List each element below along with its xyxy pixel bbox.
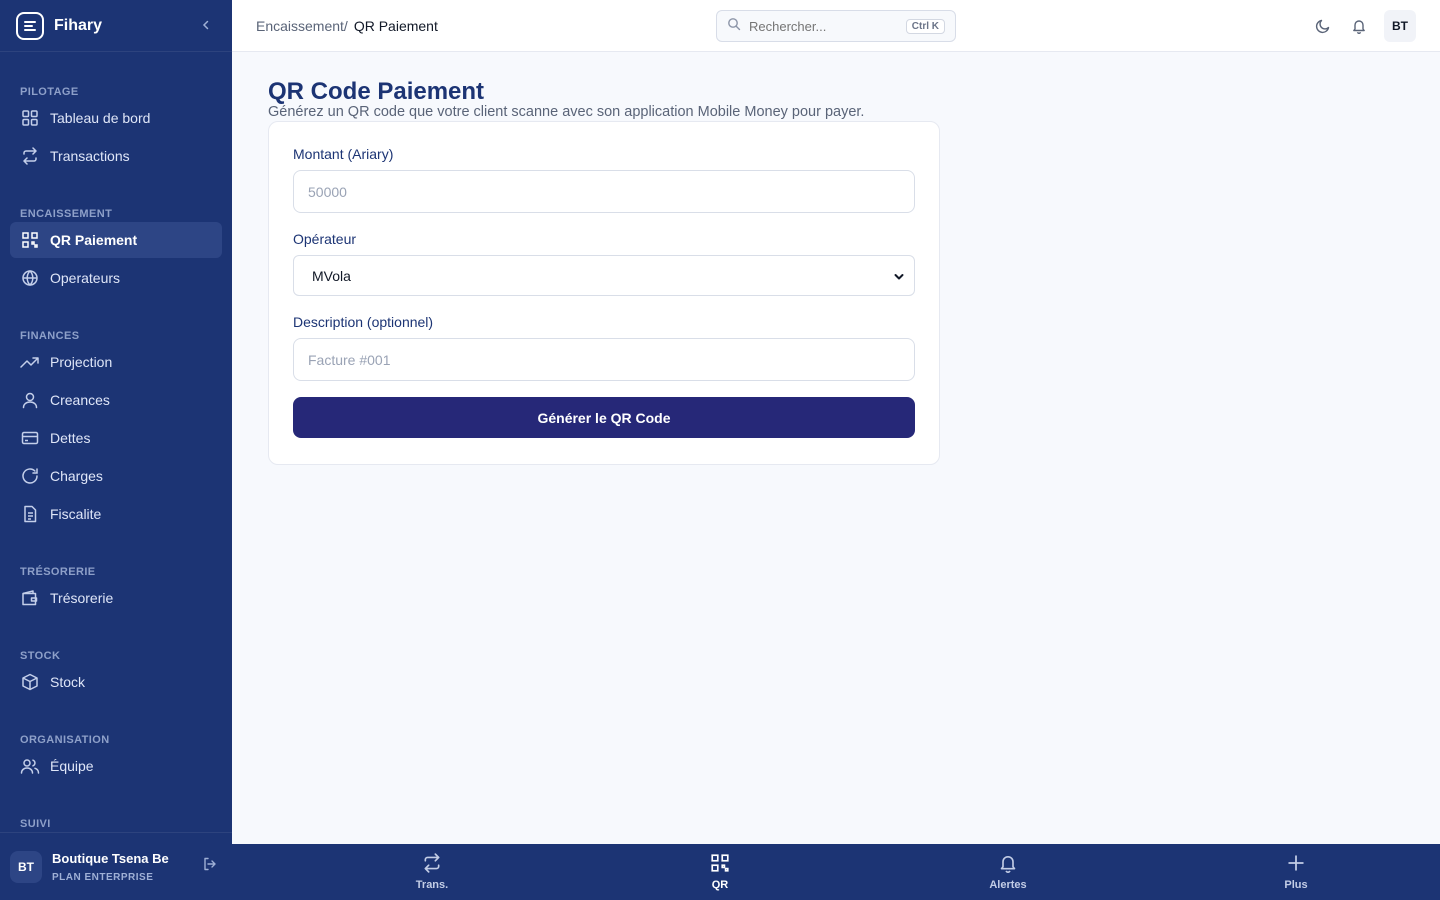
sidebar-item-label: Dettes (50, 430, 91, 446)
bottom-nav-label: Plus (1284, 879, 1308, 891)
breadcrumb-current: QR Paiement (353, 17, 438, 34)
user-icon (20, 390, 40, 410)
qr-icon (20, 230, 40, 250)
sidebar-item-tresorerie[interactable]: Trésorerie (10, 580, 222, 616)
user-name: Boutique Tsena Be (52, 850, 169, 866)
user-account[interactable]: BT Boutique Tsena Be PLAN ENTERPRISE (0, 832, 232, 900)
search-input[interactable] (749, 18, 889, 34)
sidebar-item-label: Transactions (50, 148, 130, 164)
sidebar-item-label: Creances (50, 392, 110, 408)
grid-icon (20, 108, 40, 128)
trending-up-icon (20, 352, 40, 372)
user-meta: Boutique Tsena Be PLAN ENTERPRISE (52, 851, 169, 883)
box-icon (20, 672, 40, 692)
refresh-icon (20, 466, 40, 486)
nav-section-title: SUIVI (20, 818, 51, 830)
sidebar-item-label: Operateurs (50, 270, 121, 286)
amount-label: Montant (Ariary) (293, 146, 394, 162)
sidebar-item-label: Projection (50, 354, 113, 370)
bottom-nav-label: Alertes (989, 879, 1027, 891)
sidebar: Fihary PILOTAGE Tableau de bord Transact… (0, 0, 232, 900)
sidebar-item-creances[interactable]: Creances (10, 382, 222, 418)
repeat-icon (422, 853, 442, 879)
operator-select[interactable]: MVola (293, 255, 915, 296)
brand: Fihary (0, 0, 232, 52)
nav-section-title: ENCAISSEMENT (20, 208, 113, 220)
search-box[interactable]: Ctrl K (716, 10, 956, 42)
sidebar-item-dettes[interactable]: Dettes (10, 420, 222, 456)
bottom-nav-item-alertes[interactable]: Alertes (968, 844, 1048, 900)
nav-section-title: PILOTAGE (20, 86, 79, 98)
sidebar-item-qr-paiement[interactable]: QR Paiement (10, 222, 222, 258)
main-content: QR Code Paiement Générez un QR code que … (268, 78, 940, 465)
operator-label: Opérateur (293, 231, 357, 247)
page-subtitle: Générez un QR code que votre client scan… (268, 104, 865, 120)
card-icon (20, 428, 40, 448)
avatar[interactable]: BT (1384, 10, 1416, 42)
wallet-icon (20, 588, 40, 608)
sidebar-item-label: Stock (50, 674, 86, 690)
bell-icon (998, 853, 1018, 879)
globe-icon (20, 268, 40, 288)
collapse-sidebar-button[interactable] (196, 17, 216, 35)
sidebar-item-label: Trésorerie (50, 590, 114, 606)
nav-section-title: STOCK (20, 650, 61, 662)
qr-payment-form: Montant (Ariary) 50000 Opérateur MVola D… (268, 121, 940, 465)
breadcrumb-parent[interactable]: Encaissement/ (256, 18, 348, 34)
bottom-nav-label: Trans. (415, 879, 449, 891)
sidebar-item-equipe[interactable]: Équipe (10, 748, 222, 784)
user-plan: PLAN ENTERPRISE (52, 871, 154, 883)
top-actions: BT (1312, 10, 1416, 42)
sidebar-item-label: Équipe (50, 758, 94, 774)
sidebar-item-label: Fiscalite (50, 506, 102, 522)
search-shortcut-badge: Ctrl K (905, 18, 945, 34)
description-label: Description (optionnel) (293, 314, 434, 330)
chevron-down-icon (894, 268, 904, 284)
sidebar-item-transactions[interactable]: Transactions (10, 138, 222, 174)
operator-selected-value: MVola (312, 267, 351, 284)
generate-qr-button[interactable]: Générer le QR Code (293, 397, 915, 438)
moon-icon[interactable] (1312, 15, 1334, 37)
sidebar-item-operateurs[interactable]: Operateurs (10, 260, 222, 296)
sidebar-item-label: QR Paiement (50, 232, 138, 248)
app-logo-icon[interactable] (16, 11, 44, 40)
topbar: Encaissement/ QR Paiement Ctrl K BT (232, 0, 1440, 52)
sidebar-item-label: Tableau de bord (50, 110, 151, 126)
logout-icon[interactable] (202, 856, 222, 877)
search-icon (727, 17, 741, 36)
avatar: BT (10, 850, 42, 883)
qr-icon (710, 853, 730, 879)
sidebar-item-fiscalite[interactable]: Fiscalite (10, 496, 222, 532)
sidebar-item-stock[interactable]: Stock (10, 664, 222, 700)
sidebar-item-charges[interactable]: Charges (10, 458, 222, 494)
bottom-nav-item-plus[interactable]: Plus (1256, 844, 1336, 900)
page-title: QR Code Paiement (268, 78, 485, 105)
nav-section-title: FINANCES (20, 330, 80, 342)
amount-input[interactable]: 50000 (293, 170, 915, 213)
bottom-nav-label: QR (711, 879, 729, 891)
sidebar-item-projection[interactable]: Projection (10, 344, 222, 380)
description-input[interactable]: Facture #001 (293, 338, 915, 381)
sidebar-item-label: Charges (50, 468, 103, 484)
breadcrumb: Encaissement/ QR Paiement (232, 18, 438, 34)
app-name: Fihary (54, 16, 103, 34)
nav-section-title: TRÉSORERIE (20, 566, 96, 578)
file-icon (20, 504, 40, 524)
sidebar-item-tableau-de-bord[interactable]: Tableau de bord (10, 100, 222, 136)
bottom-nav-item-transactions[interactable]: Trans. (392, 844, 472, 900)
bell-icon[interactable] (1348, 15, 1370, 37)
nav-section-title: ORGANISATION (20, 734, 110, 746)
bottom-nav-item-qr[interactable]: QR (680, 844, 760, 900)
plus-icon (1286, 853, 1306, 879)
bottom-nav: Trans. QR Alertes Plus (232, 844, 1440, 900)
sidebar-nav: PILOTAGE Tableau de bord Transactions EN… (0, 52, 232, 830)
users-icon (20, 756, 40, 776)
repeat-icon (20, 146, 40, 166)
